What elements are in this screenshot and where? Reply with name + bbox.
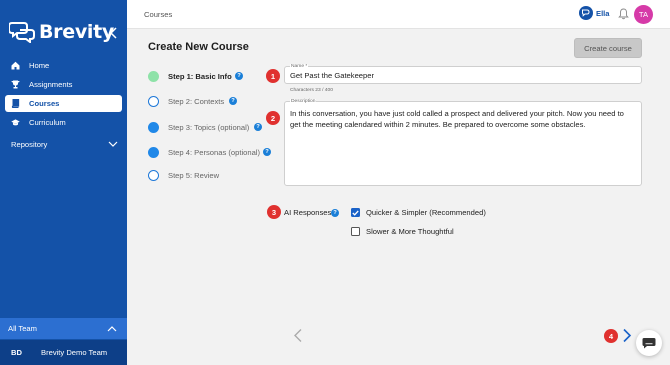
- step-label: Step 3: Topics (optional): [168, 122, 250, 132]
- sidebar-item-label: Repository: [11, 139, 48, 149]
- sidebar-item-home[interactable]: Home: [5, 57, 122, 74]
- step-label: Step 5: Review: [168, 170, 220, 180]
- help-icon[interactable]: ?: [263, 148, 271, 156]
- team-abbreviation: BD: [11, 348, 22, 357]
- checkbox-unchecked[interactable]: [351, 227, 360, 236]
- book-icon: [11, 99, 20, 108]
- bell-icon[interactable]: [618, 8, 629, 20]
- brevity-user-logo-icon: [579, 6, 593, 20]
- breadcrumb[interactable]: Courses: [144, 10, 172, 19]
- avatar[interactable]: TA: [634, 5, 653, 24]
- page-title: Create New Course: [148, 41, 249, 53]
- user-name: Ella: [596, 8, 610, 18]
- step-label: Step 2: Contexts: [168, 96, 225, 106]
- chevron-left-icon[interactable]: [293, 328, 303, 343]
- sidebar-nav: Home Assignments Courses Curriculum: [0, 57, 127, 133]
- checkbox-checked[interactable]: [351, 208, 360, 217]
- user-menu[interactable]: Ella: [579, 6, 610, 20]
- step-basic-info[interactable]: Step 1: Basic Info: [148, 69, 232, 83]
- sidebar: Brevity Home Assignments Courses Curricu…: [0, 0, 127, 365]
- step-topics[interactable]: Step 3: Topics (optional): [148, 120, 249, 134]
- step-label: Step 4: Personas (optional): [168, 147, 261, 157]
- name-field-label: Name *: [290, 64, 309, 69]
- ai-responses-label: AI Responses: [284, 208, 332, 217]
- sidebar-item-label: Curriculum: [29, 118, 66, 127]
- create-course-button[interactable]: Create course: [574, 38, 642, 58]
- check-icon: [352, 210, 359, 216]
- chevron-down-icon: [108, 141, 118, 147]
- top-bar: Courses Ella TA: [127, 0, 670, 29]
- course-name-field[interactable]: Name * Get Past the Gatekeeper: [284, 64, 642, 84]
- brevity-logo[interactable]: Brevity: [9, 20, 114, 44]
- sidebar-item-courses[interactable]: Courses: [5, 95, 122, 112]
- chevron-up-icon: [107, 326, 117, 332]
- sidebar-item-label: Assignments: [29, 80, 73, 89]
- description-field-label: Description: [290, 99, 317, 104]
- step-status-done: [148, 70, 159, 82]
- character-count: Characters 23 / 400: [290, 88, 333, 93]
- help-icon[interactable]: ?: [254, 123, 262, 131]
- chat-button[interactable]: [636, 330, 662, 356]
- help-icon[interactable]: ?: [229, 97, 237, 105]
- step-contexts[interactable]: Step 2: Contexts: [148, 94, 224, 108]
- option-label: Quicker & Simpler (Recommended): [366, 208, 486, 217]
- step-status-empty: [148, 95, 159, 107]
- team-name: Brevity Demo Team: [41, 348, 108, 357]
- step-status-filled: [148, 121, 159, 133]
- step-status-empty: [148, 169, 159, 181]
- collapse-sidebar-icon[interactable]: [108, 26, 120, 40]
- trophy-icon: [11, 80, 20, 89]
- home-icon: [11, 61, 20, 70]
- option-slower-thoughtful[interactable]: Slower & More Thoughtful: [351, 227, 454, 236]
- speech-bubbles-icon: [9, 22, 35, 43]
- app-name: Brevity: [39, 21, 115, 43]
- team-item[interactable]: BD Brevity Demo Team: [0, 340, 127, 365]
- option-quicker-simpler[interactable]: Quicker & Simpler (Recommended): [351, 208, 486, 217]
- chat-bubble-icon: [642, 338, 656, 349]
- sidebar-item-label: Courses: [29, 99, 60, 108]
- step-status-filled: [148, 146, 159, 158]
- option-label: Slower & More Thoughtful: [366, 227, 454, 236]
- course-name-value[interactable]: Get Past the Gatekeeper: [290, 71, 374, 82]
- annotation-badge-4: 4: [604, 329, 618, 343]
- team-switcher-header[interactable]: All Team: [0, 318, 127, 339]
- sidebar-item-repository[interactable]: Repository: [0, 137, 127, 151]
- chevron-right-icon[interactable]: [622, 328, 632, 343]
- description-field[interactable]: Description In this conversation, you ha…: [284, 99, 642, 186]
- help-icon[interactable]: ?: [235, 72, 243, 80]
- annotation-badge-2: 2: [266, 111, 280, 125]
- team-header-label: All Team: [8, 324, 37, 333]
- help-icon[interactable]: ?: [331, 209, 339, 217]
- sidebar-item-assignments[interactable]: Assignments: [5, 76, 122, 93]
- annotation-badge-3: 3: [267, 205, 281, 219]
- step-review[interactable]: Step 5: Review: [148, 168, 219, 182]
- graduation-cap-icon: [11, 118, 20, 127]
- description-value[interactable]: In this conversation, you have just cold…: [290, 109, 635, 130]
- annotation-badge-1: 1: [266, 69, 280, 83]
- step-label: Step 1: Basic Info: [168, 71, 232, 81]
- sidebar-item-label: Home: [29, 61, 50, 70]
- sidebar-item-curriculum[interactable]: Curriculum: [5, 114, 122, 131]
- step-personas[interactable]: Step 4: Personas (optional): [148, 145, 260, 159]
